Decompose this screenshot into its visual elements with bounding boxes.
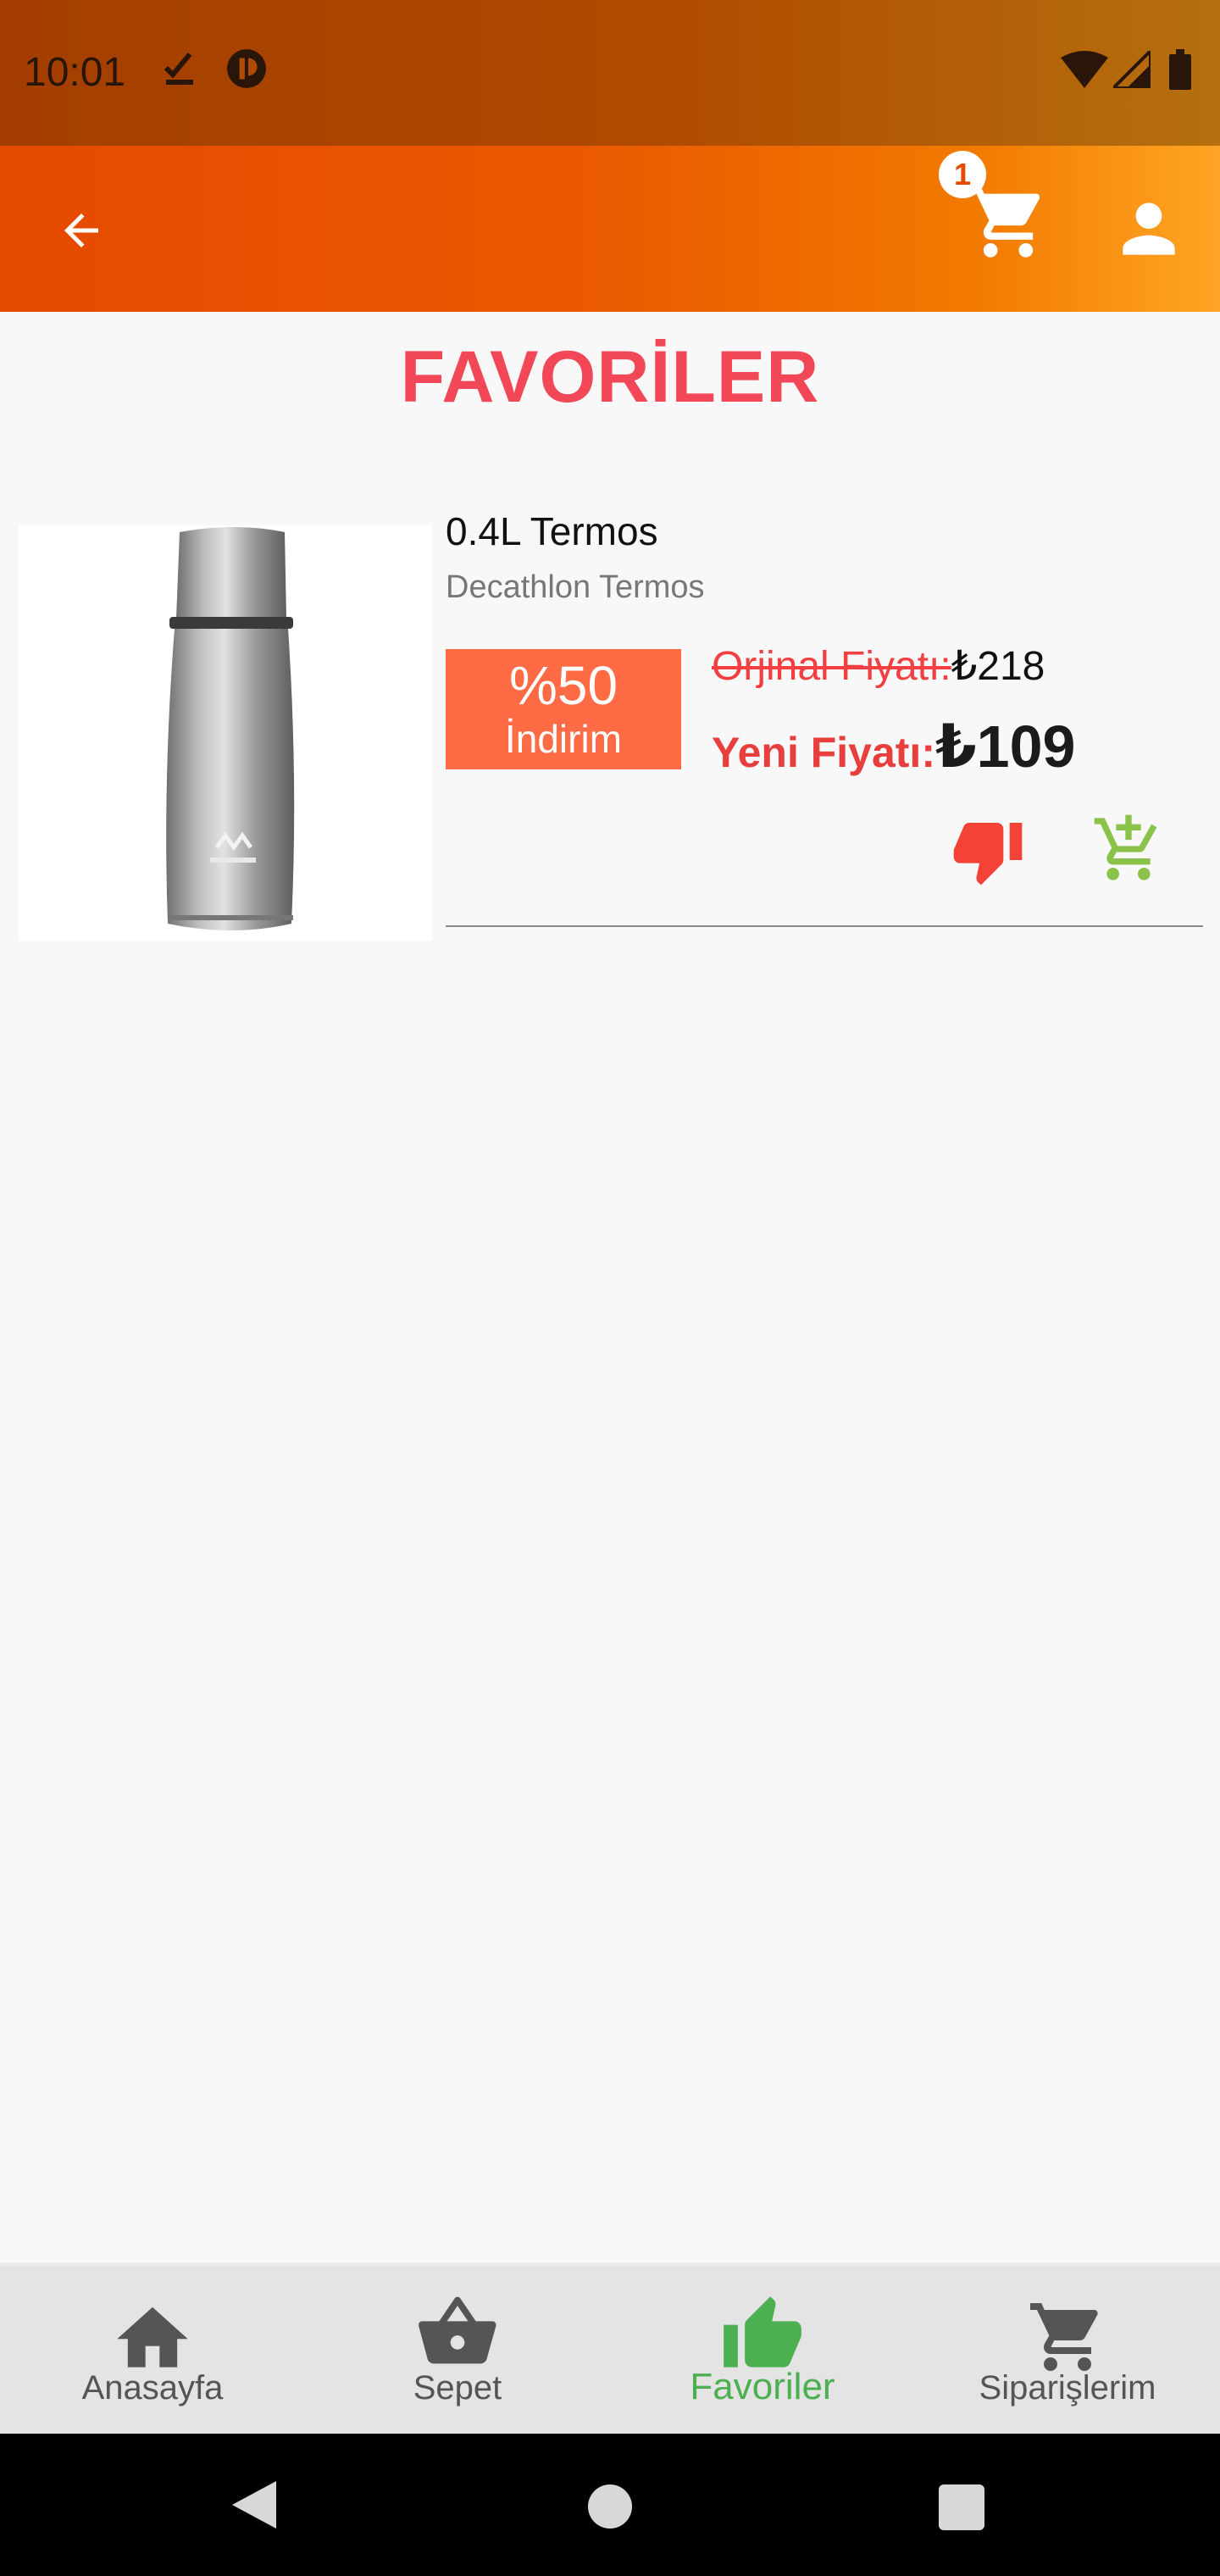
signal-icon [1113,51,1151,88]
thumb-up-icon [724,2296,801,2368]
cart-count-badge: 1 [939,151,986,198]
card-divider [446,925,1203,927]
basket-icon [419,2296,496,2364]
new-price: Yeni Fiyatı:₺109 [712,712,1075,781]
thumb-down-icon[interactable] [951,813,1025,888]
discount-badge: %50 İndirim [446,649,681,769]
nav-label-orders: Siparişlerim [979,2369,1156,2407]
app-notification-icon [227,49,266,88]
cart-icon[interactable] [966,180,1051,264]
original-price: Orjinal Fiyatı:₺218 [712,642,1045,690]
original-price-value: ₺218 [951,644,1045,689]
nav-label-home: Anasayfa [81,2369,224,2407]
discount-percent: %50 [508,655,618,716]
original-price-label: Orjinal Fiyatı: [712,644,951,689]
system-recents-icon[interactable] [939,2484,984,2530]
home-icon [117,2307,188,2368]
system-navigation-bar [0,2434,1220,2576]
wifi-icon [1061,51,1108,88]
app-bar [0,146,1220,312]
discount-label: İndirim [504,717,623,761]
thermos-image [166,527,295,930]
product-name[interactable]: 0.4L Termos [446,508,658,554]
account-icon[interactable] [1110,190,1188,268]
cart-icon [1030,2303,1098,2371]
nav-item-basket[interactable]: Sepet [305,2266,610,2437]
check-notification-icon [164,53,193,85]
product-brand: Decathlon Termos [446,569,705,605]
system-home-icon[interactable] [586,2483,634,2530]
page-title: FAVORİLER [400,336,820,418]
add-to-cart-icon[interactable] [1091,812,1166,886]
nav-label-basket: Sepet [413,2369,502,2407]
new-price-value: ₺109 [934,713,1076,780]
system-back-icon[interactable] [229,2478,280,2532]
status-bar: 10:01 [0,0,1220,146]
bottom-navigation: Anasayfa Sepet Favoriler Siparişlerim [0,2262,1220,2437]
back-arrow-icon[interactable] [54,205,108,256]
product-image[interactable] [19,525,432,941]
status-time: 10:01 [24,50,126,95]
nav-label-favorites: Favoriler [690,2366,835,2407]
nav-item-orders[interactable]: Siparişlerim [915,2266,1220,2437]
nav-item-home[interactable]: Anasayfa [0,2266,305,2437]
new-price-label: Yeni Fiyatı: [712,729,935,776]
nav-item-favorites[interactable]: Favoriler [610,2266,915,2437]
battery-icon [1169,49,1191,90]
